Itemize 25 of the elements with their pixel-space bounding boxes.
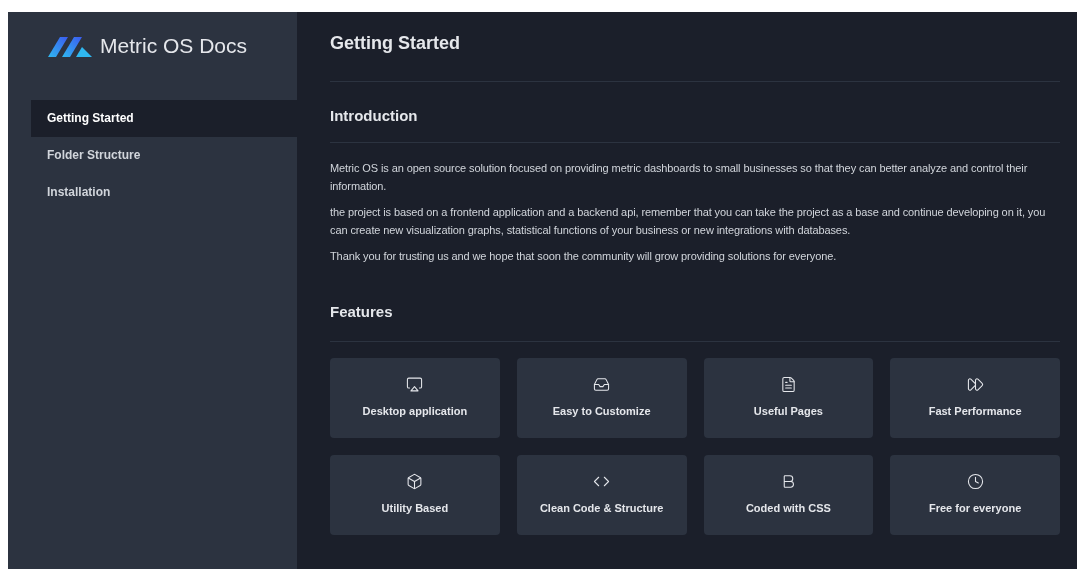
screen-icon	[406, 376, 424, 394]
section-heading: Features	[330, 301, 394, 322]
feature-label: Easy to Customize	[552, 404, 651, 420]
cube-icon	[406, 473, 424, 491]
double-triangle-icon	[966, 376, 984, 394]
feature-label: Fast Performance	[928, 404, 1022, 420]
feature-label: Clean Code & Structure	[539, 501, 664, 517]
page-title: Getting Started	[330, 32, 461, 55]
section-heading: Introduction	[330, 106, 419, 126]
feature-label: Utility Based	[381, 501, 449, 517]
sidebar-item[interactable]: Folder Structure	[31, 136, 297, 174]
paragraph: the project is based on a frontend application and a backend api, remember that you can take the project as a base and continue developing on it, you can create new visualization graphs, statistical functions of your business or new integrations with databases.	[330, 204, 1047, 238]
document-icon	[779, 376, 797, 394]
sidebar-item[interactable]: Installation	[31, 173, 297, 211]
paragraph: Metric OS is an open source solution focused on providing metric dashboards to small businesses so that they can better analyze and control their information.	[330, 160, 1029, 194]
brand-name: Metric OS Docs	[100, 33, 248, 59]
sidebar-item[interactable]: Getting Started	[31, 99, 297, 137]
feature-label: Coded with CSS	[745, 501, 831, 517]
logo-icon	[48, 34, 92, 57]
feature-label: Useful Pages	[753, 404, 823, 420]
feature-label: Free for everyone	[928, 501, 1022, 517]
tray-icon	[593, 376, 611, 394]
clock-icon	[966, 473, 984, 491]
feature-label: Desktop application	[362, 404, 468, 420]
paragraph: Thank you for trusting us and we hope that soon the community will grow providing solutions for everyone.	[330, 248, 838, 264]
